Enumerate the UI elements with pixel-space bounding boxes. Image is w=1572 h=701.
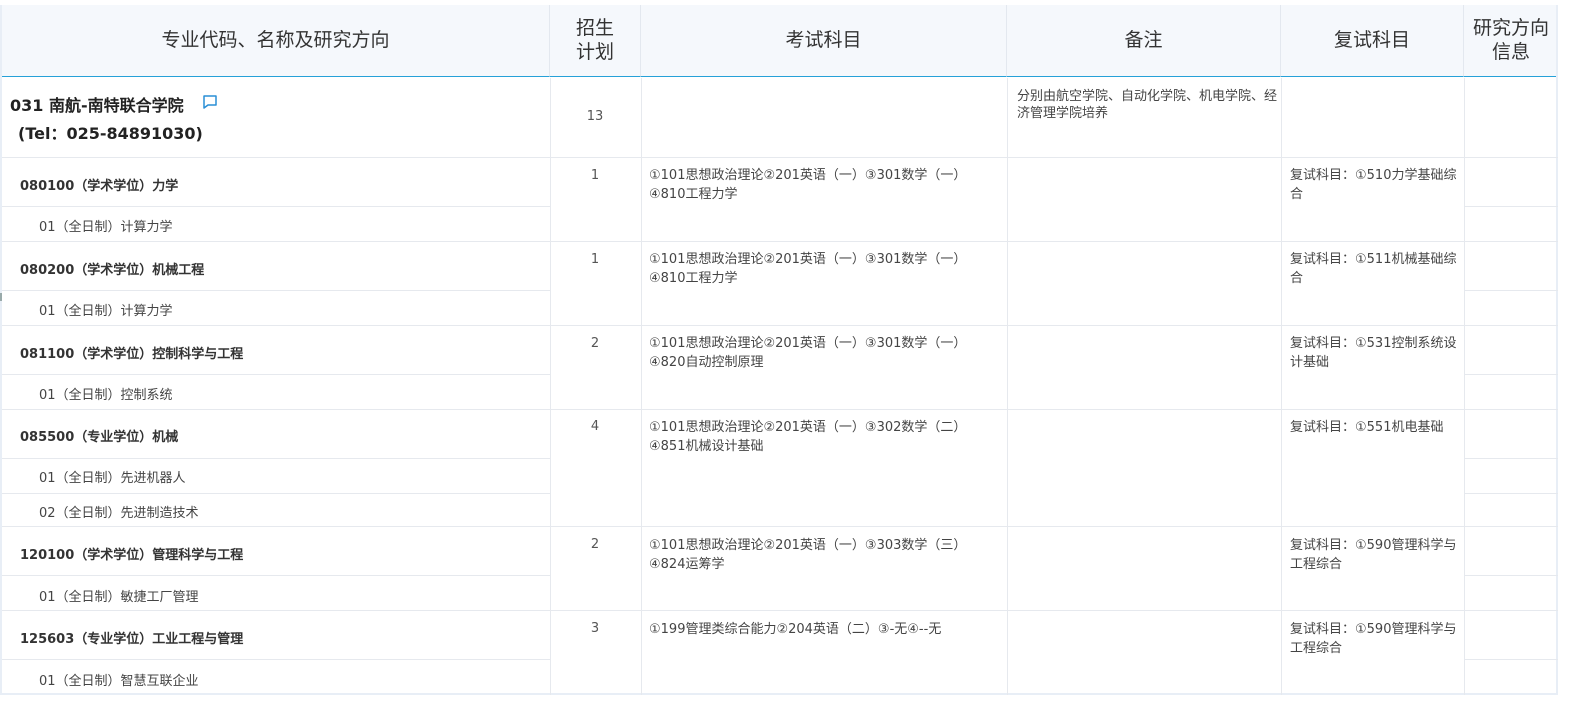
direction-item: 01（全日制）智慧互联企业 <box>39 674 199 689</box>
department-plan: 13 <box>586 109 604 124</box>
major-title[interactable]: 080200（学术学位）机械工程 <box>20 259 204 278</box>
retest-subjects: 复试科目：①590管理科学与工程综合 <box>1290 538 1457 572</box>
scroll-marker <box>0 293 2 301</box>
retest-subjects: 复试科目：①511机械基础综合 <box>1290 252 1457 286</box>
department-name: 031 南航-南特联合学院 <box>10 96 184 115</box>
exam-subjects: ①101思想政治理论②201英语（一）③303数学（三）④824运筹学 <box>649 538 967 572</box>
retest-subjects: 复试科目：①531控制系统设计基础 <box>1290 336 1457 370</box>
major-title[interactable]: 085500（专业学位）机械 <box>20 426 178 445</box>
major-title[interactable]: 120100（学术学位）管理科学与工程 <box>20 544 243 563</box>
exam-subjects: ①101思想政治理论②201英语（一）③302数学（二）④851机械设计基础 <box>649 420 967 454</box>
department-note: 分别由航空学院、自动化学院、机电学院、经济管理学院培养 <box>1017 89 1278 121</box>
major-plan: 1 <box>590 252 600 267</box>
major-plan: 2 <box>590 537 600 552</box>
exam-subjects: ①199管理类综合能力②204英语（二）③-无④--无 <box>649 622 942 637</box>
retest-subjects: 复试科目：①590管理科学与工程综合 <box>1290 622 1457 656</box>
direction-item: 01（全日制）计算力学 <box>39 220 173 235</box>
retest-subjects: 复试科目：①551机电基础 <box>1290 420 1444 435</box>
direction-item: 01（全日制）控制系统 <box>39 388 173 403</box>
major-plan: 1 <box>590 168 600 183</box>
major-title[interactable]: 081100（学术学位）控制科学与工程 <box>20 343 243 362</box>
exam-subjects: ①101思想政治理论②201英语（一）③301数学（一）④820自动控制原理 <box>649 336 967 370</box>
department-tel: (Tel：025-84891030) <box>18 124 203 143</box>
major-plan: 3 <box>590 621 600 636</box>
retest-subjects: 复试科目：①510力学基础综合 <box>1290 168 1457 202</box>
exam-subjects: ①101思想政治理论②201英语（一）③301数学（一）④810工程力学 <box>649 168 967 202</box>
comment-icon[interactable] <box>202 94 218 110</box>
exam-subjects: ①101思想政治理论②201英语（一）③301数学（一）④810工程力学 <box>649 252 967 286</box>
major-plan: 4 <box>590 419 600 434</box>
major-plan: 2 <box>590 336 600 351</box>
direction-item: 01（全日制）计算力学 <box>39 304 173 319</box>
major-title[interactable]: 080100（学术学位）力学 <box>20 175 178 194</box>
direction-item: 01（全日制）先进机器人 <box>39 471 186 486</box>
direction-item: 02（全日制）先进制造技术 <box>39 506 199 521</box>
major-title[interactable]: 125603（专业学位）工业工程与管理 <box>20 628 243 647</box>
direction-item: 01（全日制）敏捷工厂管理 <box>39 590 199 605</box>
